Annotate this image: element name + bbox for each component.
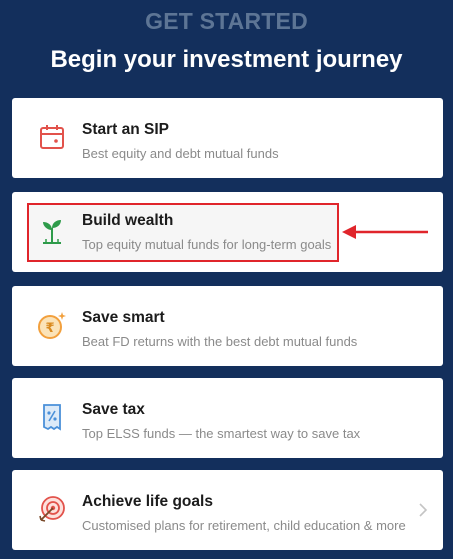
card-save-smart[interactable]: ₹ Save smart Beat FD returns with the be… <box>12 286 443 366</box>
chevron-right-icon[interactable] <box>416 501 430 519</box>
card-title: Start an SIP <box>82 121 169 138</box>
calendar-icon <box>40 125 64 149</box>
card-subtitle: Top ELSS funds — the smartest way to sav… <box>82 426 361 441</box>
card-subtitle-highlighted: Top equity mutual funds for long-term go… <box>82 237 332 252</box>
highlight-box <box>27 203 339 262</box>
annotation-arrow-icon <box>342 225 428 239</box>
rupee-coin-icon: ₹ <box>38 312 66 339</box>
card-subtitle: Best equity and debt mutual funds <box>82 146 279 161</box>
card-title: Save tax <box>82 401 145 418</box>
svg-text:₹: ₹ <box>45 321 54 336</box>
section-eyebrow: GET STARTED <box>145 8 308 34</box>
target-icon <box>39 496 65 522</box>
card-title: Save smart <box>82 309 165 326</box>
card-title-highlighted: Build wealth <box>82 212 174 229</box>
card-achieve-life-goals[interactable]: Achieve life goals Customised plans for … <box>12 470 443 550</box>
card-subtitle: Customised plans for retirement, child e… <box>82 518 406 533</box>
card-subtitle: Beat FD returns with the best debt mutua… <box>82 334 358 349</box>
tax-receipt-icon <box>43 404 61 431</box>
card-title: Achieve life goals <box>82 493 213 510</box>
page-title: Begin your investment journey <box>50 46 403 73</box>
card-save-tax[interactable]: Save tax Top ELSS funds — the smartest w… <box>12 378 443 458</box>
card-start-sip[interactable]: Start an SIP Best equity and debt mutual… <box>12 98 443 178</box>
sprout-icon <box>43 220 61 244</box>
